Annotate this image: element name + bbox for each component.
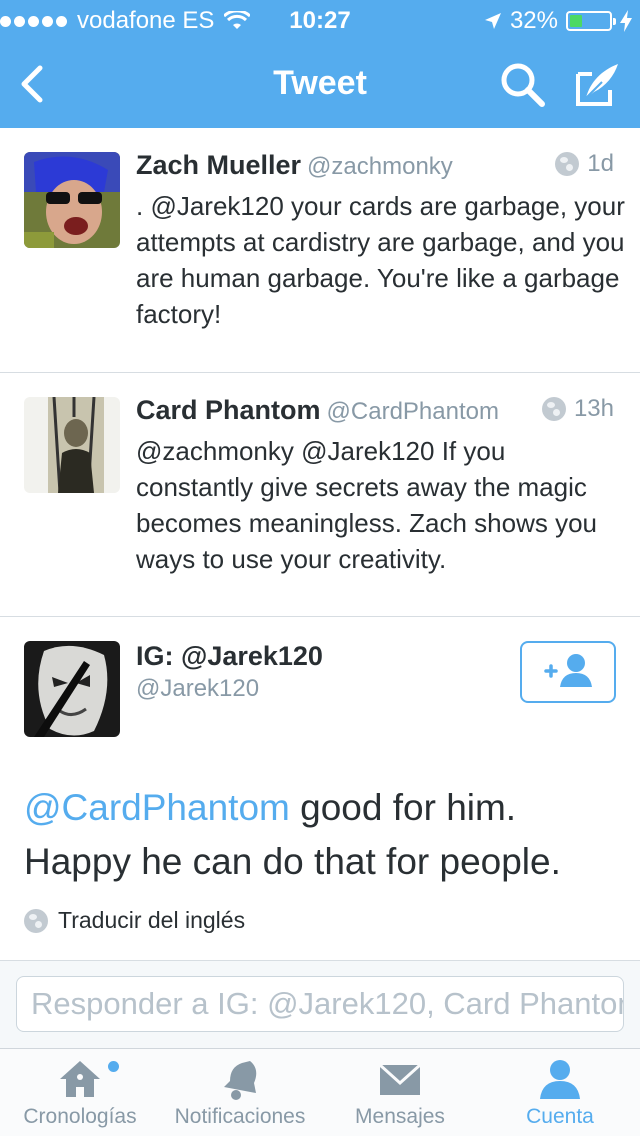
tweet-text: @CardPhantom good for him. Happy he can … [24,781,624,889]
globe-icon [24,908,48,933]
mention-link[interactable]: @CardPhantom [24,787,290,828]
tab-messages[interactable]: Mensajes [320,1049,480,1136]
compose-icon[interactable] [572,60,622,108]
author-name[interactable]: IG: @Jarek120 [136,641,323,672]
tab-label: Notificaciones [174,1105,306,1128]
charging-icon [620,10,632,32]
tweet-author[interactable]: Card Phantom @CardPhantom [136,395,499,426]
tab-notifications[interactable]: Notificaciones [160,1049,320,1136]
tweet-time: 1d [587,150,614,177]
top-bar: vodafone ES 10:27 32% Tweet [0,0,640,128]
nav-bar: Tweet [0,40,640,128]
author-handle[interactable]: @Jarek120 [136,675,259,703]
tab-label: Mensajes [355,1105,445,1128]
follow-button[interactable] [520,641,616,703]
author-name: Card Phantom [136,395,321,425]
status-bar: vodafone ES 10:27 32% [0,0,640,40]
author-handle: @zachmonky [307,153,453,180]
tweet-time: 13h [573,395,614,422]
person-icon [540,1060,580,1099]
avatar[interactable] [24,641,120,737]
search-icon[interactable] [498,60,546,108]
bell-icon [224,1061,257,1100]
tweet-author[interactable]: Zach Mueller @zachmonky [136,150,453,181]
globe-icon [541,397,566,421]
tab-label: Cronologías [23,1105,137,1128]
globe-icon [555,152,580,176]
notification-dot [108,1061,119,1072]
avatar[interactable] [24,397,120,493]
tab-account[interactable]: Cuenta [480,1049,640,1136]
tab-label: Cuenta [526,1105,594,1128]
tweet-meta: 1d [555,150,614,178]
author-name: Zach Mueller [136,150,302,180]
home-icon [60,1061,100,1097]
tweet-text: . @Jarek120 your cards are garbage, your… [136,191,625,329]
main-tweet: IG: @Jarek120 @Jarek120 @CardPhantom goo… [0,617,640,960]
tweet-item[interactable]: Card Phantom @CardPhantom 13h @zachmonky … [0,373,640,617]
author-handle: @CardPhantom [326,398,499,425]
envelope-icon [378,1063,422,1095]
tab-bar: Cronologías Notificaciones Mensajes Cuen… [0,1048,640,1136]
tweet-item[interactable]: Zach Mueller @zachmonky 1d . @Jarek120 yo… [0,128,640,373]
battery-percent: 32% [509,7,558,34]
tab-timelines[interactable]: Cronologías [0,1049,160,1136]
translate-label: Traducir del inglés [58,907,246,933]
battery-icon [566,11,616,31]
avatar[interactable] [24,152,120,248]
location-arrow-icon [484,13,501,29]
tweet-meta: 13h [541,395,614,423]
reply-input[interactable]: Responder a IG: @Jarek120, Card Phantom [16,976,624,1032]
add-user-icon [544,654,592,687]
translate-link[interactable]: Traducir del inglés [24,907,245,934]
tweet-text: @zachmonky @Jarek120 If you constantly g… [136,436,598,574]
reply-bar: Responder a IG: @Jarek120, Card Phantom [0,960,640,1048]
